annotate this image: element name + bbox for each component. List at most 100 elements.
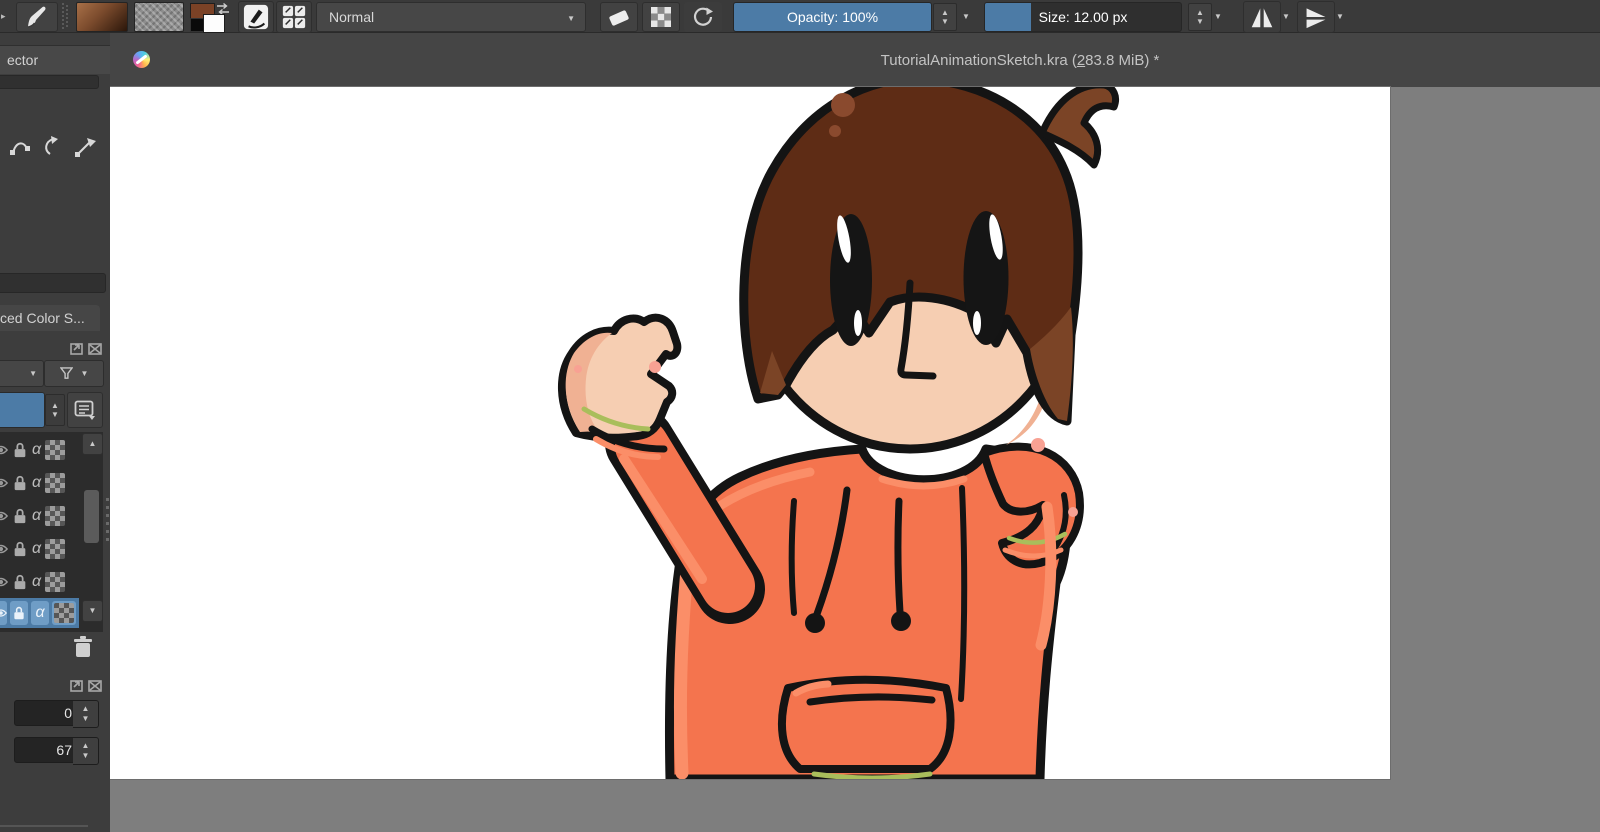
torso-highlight-left (680, 559, 688, 773)
presets-grid-icon (281, 4, 307, 30)
spin-down-icon: ▼ (82, 715, 90, 723)
opacity-spinner[interactable]: ▲ ▼ (933, 3, 957, 31)
visibility-eye-icon[interactable] (0, 601, 7, 625)
alpha-lock-icon[interactable]: α (32, 507, 41, 525)
alpha-lock-icon[interactable]: α (32, 573, 41, 591)
layer-properties-button[interactable] (67, 392, 103, 428)
background-color-swatch[interactable] (203, 14, 225, 33)
small-black-swatch[interactable] (190, 18, 204, 32)
layer-opacity-slider[interactable] (0, 392, 45, 428)
spin-up-icon: ▲ (941, 9, 949, 17)
head (744, 87, 1116, 449)
drawstring-right-tip (891, 611, 911, 631)
mirror-vertical-chevron-icon[interactable]: ▼ (1336, 13, 1344, 21)
sketch-dot (1068, 507, 1078, 517)
sketch-dot (1031, 438, 1045, 452)
layer-row-selected[interactable]: α (0, 598, 79, 628)
size-slider[interactable]: Size: 12.00 px (984, 2, 1182, 32)
layer-scroll-up-button[interactable]: ▲ (82, 433, 103, 455)
chevron-down-icon: ▼ (81, 370, 89, 378)
right-eye-highlight-bottom (973, 311, 981, 335)
lock-icon[interactable] (12, 573, 28, 591)
visibility-eye-icon[interactable] (0, 576, 8, 588)
layer-scroll-down-button[interactable]: ▼ (82, 600, 103, 622)
preserve-alpha-button[interactable] (642, 2, 680, 32)
left-docker-panel: ector ced Color S... (0, 33, 110, 832)
edit-brush-settings-button[interactable] (238, 1, 274, 33)
layer-row[interactable]: α (0, 565, 79, 598)
brush-presets-button[interactable] (276, 1, 312, 33)
document-title-suffix: 83.8 MiB) * (1085, 52, 1159, 69)
opacity-slider[interactable]: Opacity: 100% (733, 2, 932, 32)
layer-thumbnail[interactable] (45, 440, 65, 460)
reload-preset-button[interactable] (684, 2, 722, 32)
drawstring-left-tip (805, 613, 825, 633)
sketch-dot (574, 365, 582, 373)
layer-scrollbar-thumb[interactable] (84, 490, 99, 543)
layer-row[interactable]: α (0, 466, 79, 499)
brush-icon (24, 5, 50, 29)
lock-icon[interactable] (10, 601, 28, 625)
docker-header-icons (70, 678, 104, 693)
docker-tab-selector[interactable]: ector (0, 45, 110, 74)
alpha-lock-icon[interactable]: α (32, 540, 41, 558)
size-options-chevron-icon[interactable]: ▼ (1214, 13, 1222, 21)
layer-thumbnail[interactable] (45, 539, 65, 559)
main-toolbar: ▸ (0, 0, 1600, 33)
visibility-eye-icon[interactable] (0, 510, 8, 522)
alpha-lock-icon[interactable]: α (32, 474, 41, 492)
character-artwork (110, 87, 1390, 779)
layer-blend-dropdown[interactable]: ▼ (0, 360, 44, 387)
opacity-options-chevron-icon[interactable]: ▼ (962, 13, 970, 21)
layer-filter-dropdown[interactable]: ▼ (44, 360, 104, 387)
canvas[interactable] (110, 87, 1390, 779)
pattern-preview-swatch[interactable] (134, 2, 184, 32)
mirror-horizontal-chevron-icon[interactable]: ▼ (1282, 13, 1290, 21)
sketch-dot (649, 361, 661, 373)
left-eye-highlight-bottom (854, 310, 862, 336)
gradient-preview-swatch[interactable] (76, 2, 128, 32)
layer-thumbnail[interactable] (52, 601, 76, 625)
collapsed-widget-bar[interactable] (0, 75, 99, 89)
alpha-lock-icon[interactable]: α (31, 601, 49, 625)
lock-icon[interactable] (12, 507, 28, 525)
visibility-eye-icon[interactable] (0, 477, 8, 489)
layer-row[interactable]: α (0, 433, 79, 466)
color-selector-docker-tab[interactable]: ced Color S... (0, 305, 100, 331)
hair-spot-large (831, 93, 855, 117)
visibility-eye-icon[interactable] (0, 444, 8, 456)
document-tab[interactable]: TutorialAnimationSketch.kra (283.8 MiB) … (881, 52, 1160, 69)
color-docker-tab-label: ced Color S... (0, 310, 85, 326)
hair-spot-small (829, 125, 841, 137)
lock-icon[interactable] (12, 540, 28, 558)
mirror-horizontal-icon (1249, 5, 1275, 29)
start-frame-spinbox[interactable]: 0 (14, 700, 79, 726)
foreground-background-colors[interactable] (188, 1, 234, 31)
toolbar-overflow-icon[interactable]: ▸ (1, 11, 6, 22)
toolbar-separator-handle[interactable] (62, 3, 68, 29)
panel-splitter-handle[interactable] (106, 498, 109, 546)
collapsed-widget-bar[interactable] (0, 273, 106, 293)
layer-thumbnail[interactable] (45, 473, 65, 493)
delete-layer-button[interactable] (67, 633, 98, 661)
size-spinner[interactable]: ▲ ▼ (1188, 3, 1212, 31)
layer-thumbnail[interactable] (45, 572, 65, 592)
mirror-vertical-button[interactable] (1297, 1, 1335, 33)
end-frame-spinbox[interactable]: 67 (14, 737, 79, 763)
freehand-brush-tool-button[interactable] (16, 2, 58, 32)
layer-opacity-spinner[interactable]: ▲ ▼ (45, 394, 65, 426)
blending-mode-dropdown[interactable]: Normal ▼ (316, 2, 586, 32)
layer-row[interactable]: α (0, 499, 79, 532)
lock-icon[interactable] (12, 441, 28, 459)
start-frame-spin-buttons[interactable]: ▲ ▼ (73, 700, 99, 728)
alpha-lock-icon[interactable]: α (32, 441, 41, 459)
end-frame-spin-buttons[interactable]: ▲ ▼ (73, 737, 99, 765)
eraser-mode-button[interactable] (600, 2, 638, 32)
eraser-icon (607, 7, 631, 27)
lock-icon[interactable] (12, 474, 28, 492)
layer-row[interactable]: α (0, 532, 79, 565)
mirror-horizontal-button[interactable] (1243, 1, 1281, 33)
layer-thumbnail[interactable] (45, 506, 65, 526)
opacity-value: Opacity: 100% (787, 9, 878, 25)
visibility-eye-icon[interactable] (0, 543, 8, 555)
